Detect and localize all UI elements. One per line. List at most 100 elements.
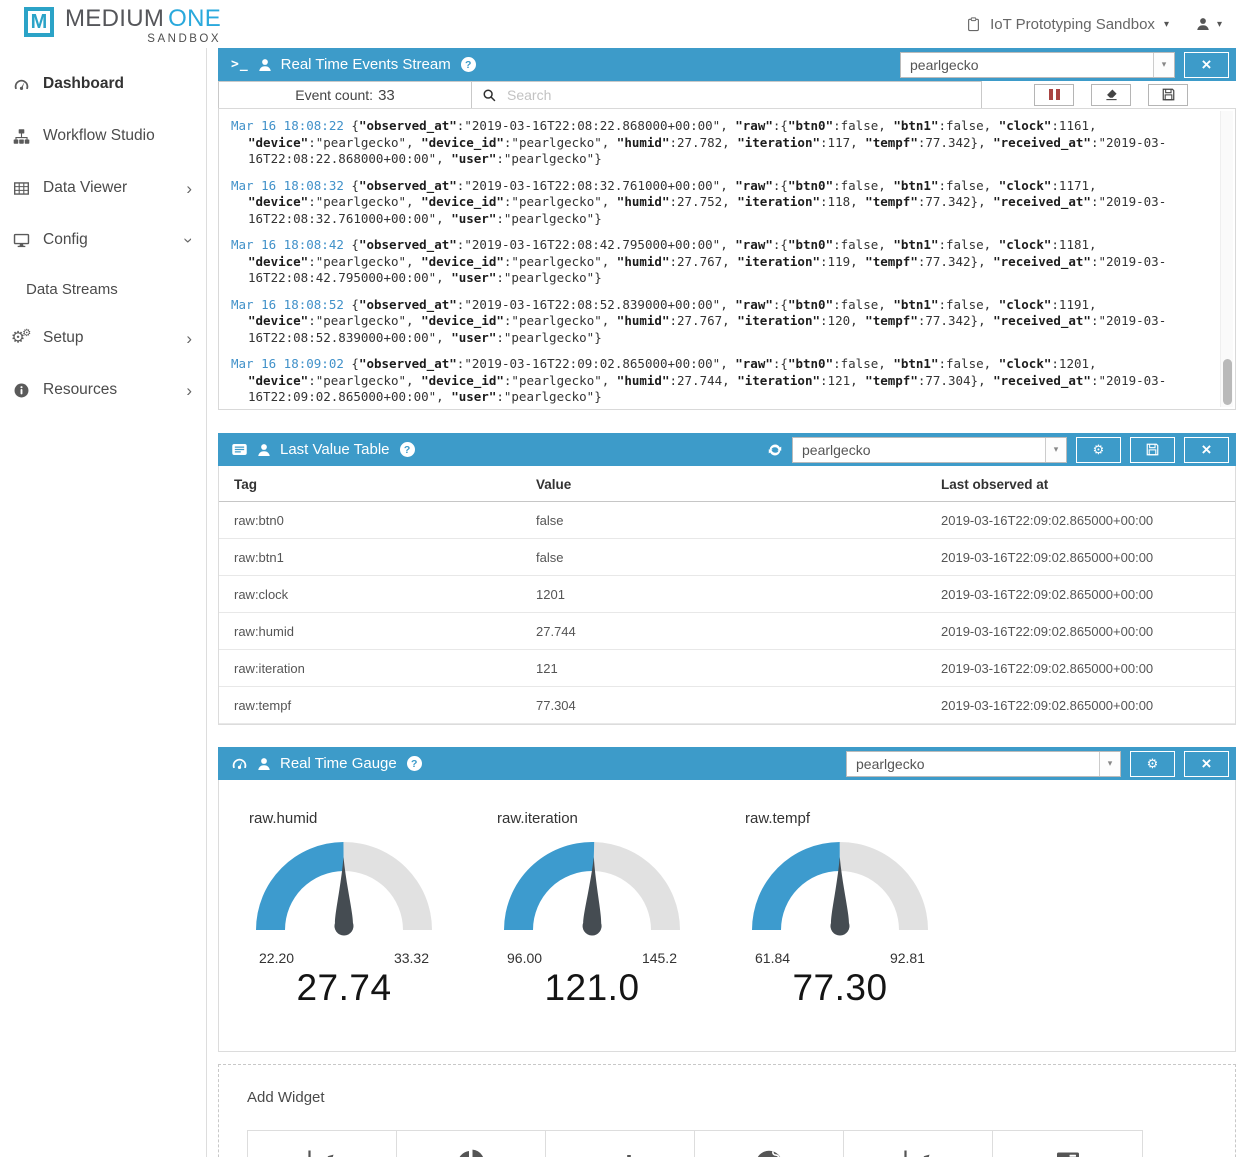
scrollbar[interactable] [1220, 111, 1233, 407]
settings-button[interactable]: ⚙ [1076, 437, 1121, 463]
gear-icon: ⚙ [1093, 442, 1105, 458]
table-cell: 1201 [521, 576, 926, 613]
device-select[interactable]: pearlgecko ▾ [900, 52, 1175, 78]
close-button[interactable]: × [1184, 52, 1229, 78]
save-icon [1145, 442, 1160, 457]
events-panel: >_ Real Time Events Stream ? pearlgecko … [218, 48, 1236, 410]
widget-option-line-chart[interactable]: Grouped Users [248, 1131, 397, 1157]
table-cell: raw:humid [219, 613, 521, 650]
log-json-text: {"observed_at":"2019-03-16T22:09:02.8650… [248, 356, 1166, 404]
widget-option-bar-chart[interactable]: Grouped Users [546, 1131, 695, 1157]
add-widget-panel: Add Widget Grouped UsersGrouped UsersGro… [218, 1064, 1236, 1157]
help-icon[interactable]: ? [461, 57, 476, 72]
close-button[interactable]: × [1184, 751, 1229, 777]
sidebar-item-dashboard[interactable]: Dashboard [0, 58, 206, 110]
widget-option-globe[interactable]: Grouped Users [695, 1131, 844, 1157]
add-widget-title: Add Widget [247, 1089, 1235, 1106]
gauge-dial [497, 835, 745, 948]
device-select[interactable]: pearlgecko ▾ [846, 751, 1121, 777]
column-header: Tag [219, 466, 521, 502]
log-json-text: {"observed_at":"2019-03-16T22:08:32.7610… [248, 178, 1166, 226]
gauge-label: raw.iteration [497, 810, 745, 827]
table-row: raw:humid27.7442019-03-16T22:09:02.86500… [219, 613, 1235, 650]
clear-button[interactable] [1091, 84, 1131, 106]
table-icon [11, 180, 31, 197]
topbar: M MEDIUMONE SANDBOX IoT Prototyping Sand… [0, 0, 1240, 48]
table-cell: raw:iteration [219, 650, 521, 687]
table-cell: 2019-03-16T22:09:02.865000+00:00 [926, 539, 1235, 576]
column-header: Last observed at [926, 466, 1235, 502]
settings-button[interactable]: ⚙ [1130, 751, 1175, 777]
table-cell: 2019-03-16T22:09:02.865000+00:00 [926, 687, 1235, 724]
table-row: raw:iteration1212019-03-16T22:09:02.8650… [219, 650, 1235, 687]
log-entry: Mar 16 18:09:02 {"observed_at":"2019-03-… [231, 356, 1203, 406]
caret-down-icon: ▾ [1099, 752, 1120, 776]
gauge-dial [249, 835, 497, 948]
event-count: Event count: 33 [219, 82, 472, 108]
widget-option-pie-chart[interactable]: Grouped Users [397, 1131, 546, 1157]
brand-word-accent: ONE [168, 5, 221, 32]
help-icon[interactable]: ? [400, 442, 415, 457]
search-input[interactable] [505, 86, 971, 104]
table-row: raw:tempf77.3042019-03-16T22:09:02.86500… [219, 687, 1235, 724]
save-button[interactable] [1148, 84, 1188, 106]
event-count-value: 33 [378, 87, 395, 104]
help-icon[interactable]: ? [407, 756, 422, 771]
table-cell: 27.744 [521, 613, 926, 650]
pie-chart-icon [397, 1144, 545, 1157]
event-count-label: Event count: [295, 87, 373, 103]
sidebar-item-workflow-studio[interactable]: Workflow Studio [0, 110, 206, 162]
sidebar-item-config[interactable]: Config› [0, 214, 206, 266]
workflow-icon [11, 128, 31, 145]
user-menu[interactable]: ▾ [1195, 16, 1222, 32]
main-content: >_ Real Time Events Stream ? pearlgecko … [207, 48, 1240, 1157]
gauge-range: 96.00 145.2 [497, 950, 687, 966]
widget-option-server-list[interactable]: Single User [993, 1131, 1142, 1157]
widget-option-line-chart[interactable]: Single User [844, 1131, 993, 1157]
log-timestamp: Mar 16 18:08:22 [231, 118, 344, 133]
refresh-icon[interactable] [767, 442, 783, 458]
close-button[interactable]: × [1184, 437, 1229, 463]
table-cell: false [521, 502, 926, 539]
close-icon: × [1202, 755, 1212, 772]
user-icon [257, 57, 273, 73]
search-box [472, 82, 981, 108]
search-icon [482, 88, 497, 103]
log-json-text: {"observed_at":"2019-03-16T22:08:42.7950… [248, 237, 1166, 285]
save-button[interactable] [1130, 437, 1175, 463]
device-select[interactable]: pearlgecko ▾ [792, 437, 1067, 463]
bar-chart-icon [546, 1144, 694, 1157]
lvt-rows: raw:btn0false2019-03-16T22:09:02.865000+… [219, 502, 1235, 724]
lvt-header-row: TagValueLast observed at [219, 466, 1235, 502]
workspace-name: IoT Prototyping Sandbox [990, 16, 1155, 33]
gauge-min: 96.00 [507, 950, 542, 966]
pause-button[interactable] [1034, 84, 1074, 106]
sidebar-item-data-streams[interactable]: Data Streams [0, 266, 206, 312]
column-header: Value [521, 466, 926, 502]
log-timestamp: Mar 16 18:08:52 [231, 297, 344, 312]
caret-down-icon: ▾ [1153, 53, 1174, 77]
gauge-max: 92.81 [890, 950, 925, 966]
device-select-value: pearlgecko [901, 57, 1153, 73]
gauge-min: 22.20 [259, 950, 294, 966]
scrollbar-thumb[interactable] [1223, 359, 1232, 405]
table-cell: 2019-03-16T22:09:02.865000+00:00 [926, 613, 1235, 650]
log-timestamp: Mar 16 18:08:32 [231, 178, 344, 193]
chevron-right-icon: › [186, 382, 192, 399]
user-icon [1195, 16, 1211, 32]
gauge-panel: Real Time Gauge ? pearlgecko ▾ ⚙ × raw.h… [218, 747, 1236, 1052]
table-cell: 2019-03-16T22:09:02.865000+00:00 [926, 576, 1235, 613]
gauge-dial [745, 835, 993, 948]
sidebar-item-data-viewer[interactable]: Data Viewer› [0, 162, 206, 214]
brand-word-primary: MEDIUM [65, 5, 164, 32]
logo-m-icon: M [24, 7, 54, 37]
workspace-selector[interactable]: IoT Prototyping Sandbox ▾ [966, 16, 1169, 33]
brand-subtitle: SANDBOX [65, 33, 221, 45]
sidebar-item-resources[interactable]: Resources› [0, 364, 206, 416]
gauge-max: 145.2 [642, 950, 677, 966]
gauge-row: raw.humid22.2033.3227.74raw.iteration96.… [218, 780, 1236, 1052]
widget-grid: Grouped UsersGrouped UsersGrouped UsersG… [247, 1130, 1143, 1157]
table-cell: raw:clock [219, 576, 521, 613]
sidebar-item-setup[interactable]: ⚙⚙Setup› [0, 312, 206, 364]
chevron-right-icon: › [186, 330, 192, 347]
